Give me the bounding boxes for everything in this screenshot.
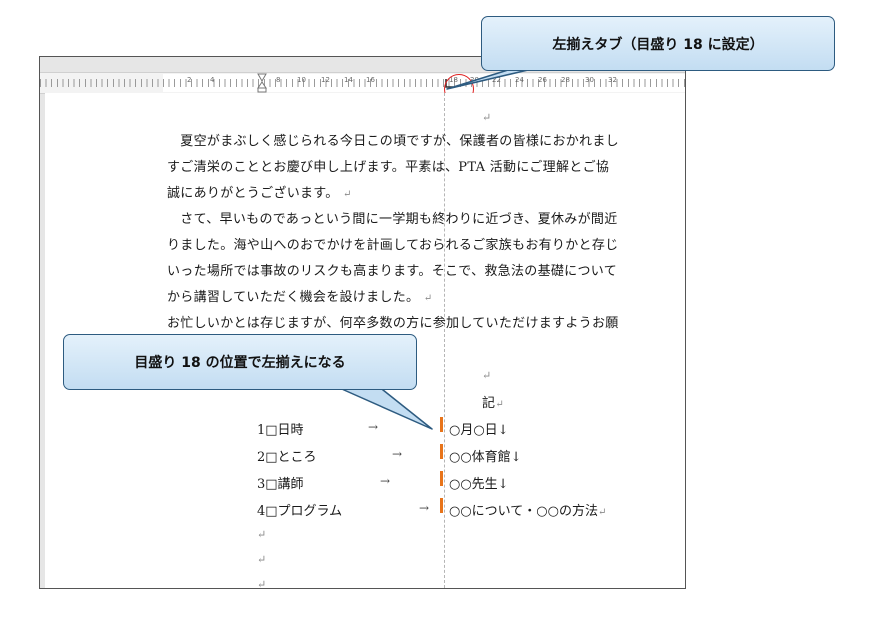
callout-align: 目盛り 18 の位置で左揃えになる [63, 334, 417, 390]
callout-text: 目盛り 18 の位置で左揃えになる [134, 355, 346, 371]
callout-text: 左揃えタブ（目盛り 18 に設定） [552, 36, 764, 53]
callout-tails [334, 69, 529, 430]
callout-left-tab: 左揃えタブ（目盛り 18 に設定） [481, 16, 835, 71]
